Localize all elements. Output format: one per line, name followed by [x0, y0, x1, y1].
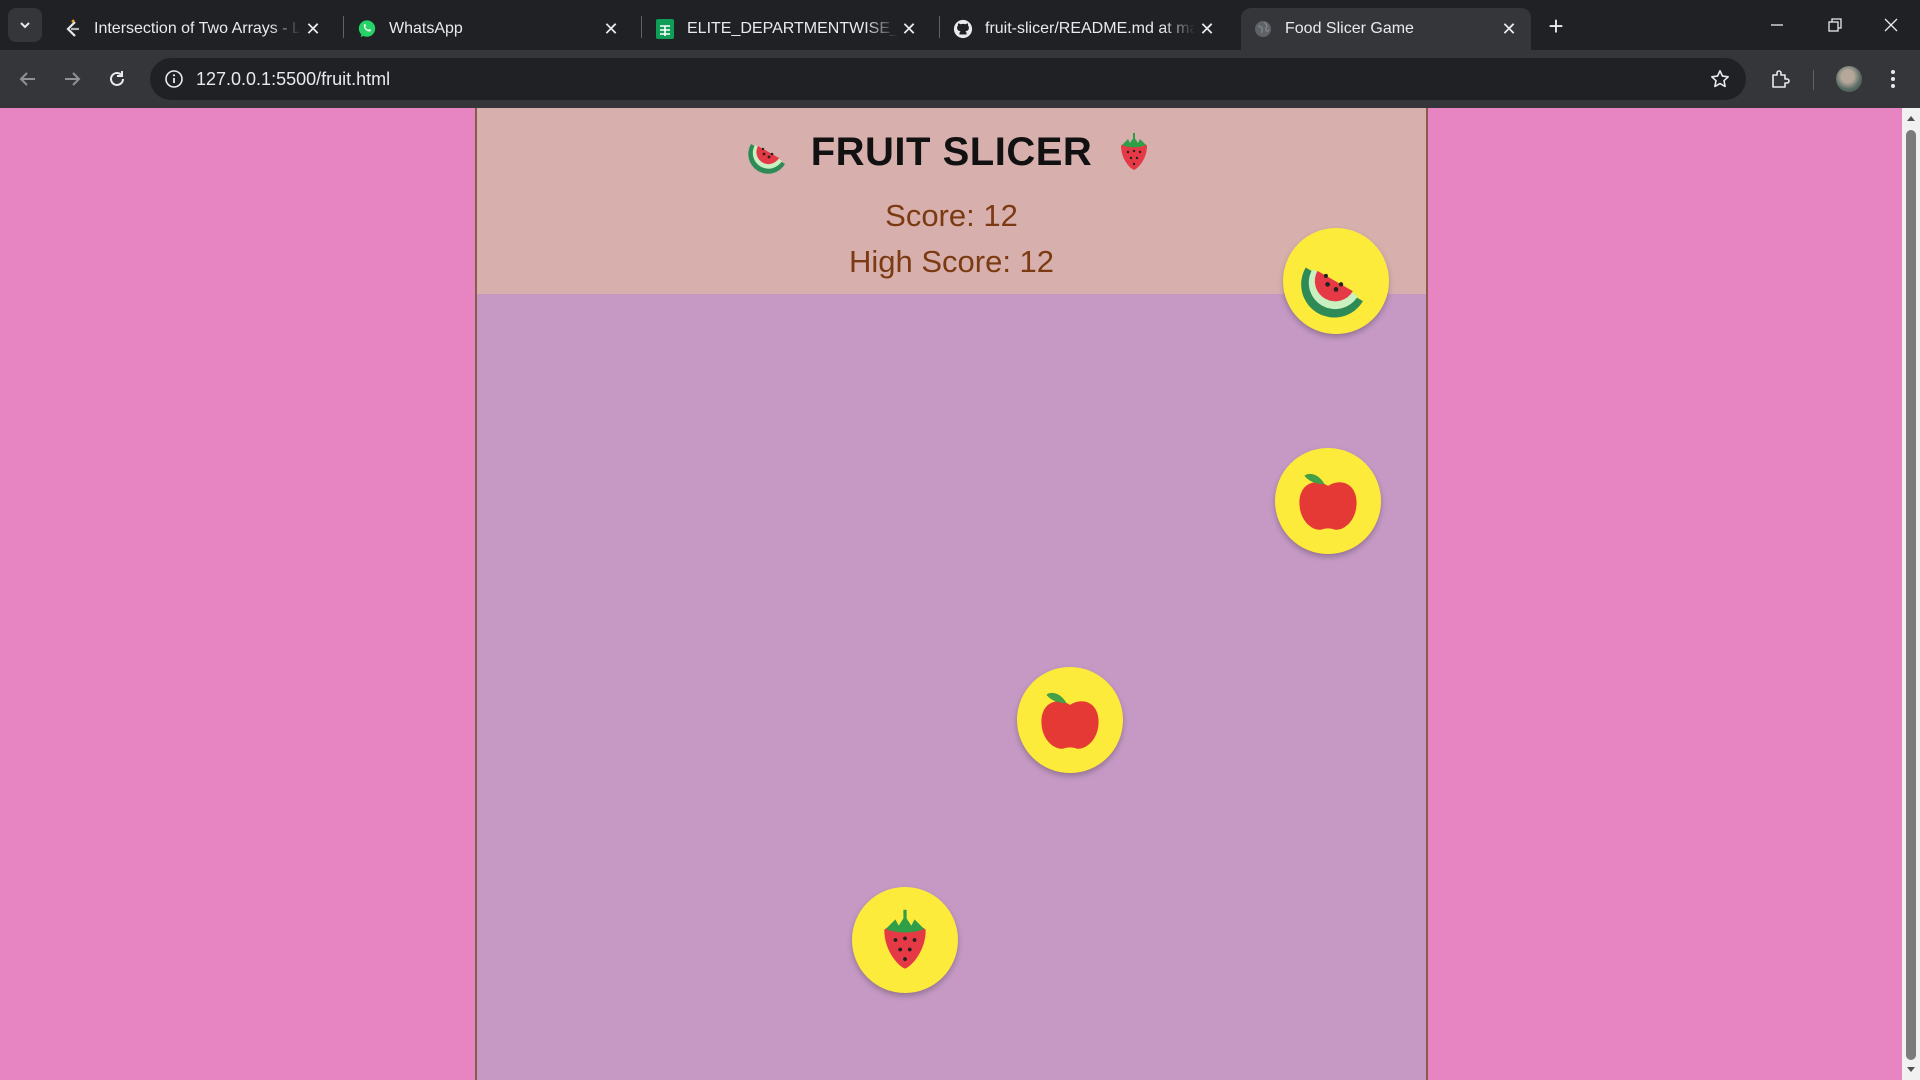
tab-leetcode[interactable]: Intersection of Two Arrays - LeetCode ✕	[50, 8, 335, 50]
more-vert-icon	[1891, 70, 1895, 88]
tab-whatsapp[interactable]: WhatsApp ✕	[345, 8, 633, 50]
address-bar[interactable]: 127.0.0.1:5500/fruit.html	[150, 58, 1746, 100]
tab-separator	[343, 16, 344, 38]
toolbar-separator	[1813, 70, 1814, 90]
fruit-strawberry[interactable]	[852, 887, 958, 993]
vertical-scrollbar[interactable]	[1902, 108, 1920, 1080]
tab-title: WhatsApp	[389, 20, 463, 37]
page-viewport: FRUIT SLICER Score: 12 High Score: 12	[0, 108, 1920, 1080]
apple-icon	[1041, 692, 1099, 749]
url-text[interactable]: 127.0.0.1:5500/fruit.html	[196, 69, 390, 90]
close-icon[interactable]: ✕	[1195, 17, 1219, 41]
tab-separator	[939, 16, 940, 38]
reload-button[interactable]	[101, 63, 133, 95]
scrollbar-thumb[interactable]	[1906, 130, 1916, 1060]
browser-toolbar: 127.0.0.1:5500/fruit.html	[0, 50, 1920, 108]
tab-title: Food Slicer Game	[1285, 20, 1414, 37]
menu-button[interactable]	[1877, 63, 1909, 95]
puzzle-icon	[1772, 70, 1790, 88]
strawberry-icon	[1121, 133, 1148, 171]
close-icon[interactable]: ✕	[301, 17, 325, 41]
tab-title: ELITE_DEPARTMENTWISE_GITHUB	[687, 20, 897, 37]
extensions-button[interactable]	[1765, 63, 1797, 95]
tab-github[interactable]: fruit-slicer/README.md at main ✕	[941, 8, 1229, 50]
close-icon[interactable]: ✕	[599, 17, 623, 41]
tab-search-button[interactable]	[8, 8, 42, 42]
leetcode-icon	[62, 19, 82, 39]
tab-sheets[interactable]: ELITE_DEPARTMENTWISE_GITHUB ✕	[643, 8, 931, 50]
window-close-button[interactable]	[1862, 0, 1920, 50]
fruit-apple[interactable]	[1017, 667, 1123, 773]
restore-icon	[1828, 18, 1842, 32]
close-icon	[1884, 18, 1898, 32]
fruit-apple[interactable]	[1275, 448, 1381, 554]
profile-avatar[interactable]	[1836, 66, 1862, 92]
scroll-down-arrow-icon[interactable]	[1902, 1062, 1920, 1078]
reload-icon	[110, 71, 124, 86]
strawberry-icon	[884, 909, 926, 969]
tab-separator	[641, 16, 642, 38]
minimize-button[interactable]	[1748, 0, 1806, 50]
game-header: FRUIT SLICER Score: 12 High Score: 12	[477, 108, 1426, 294]
forward-button[interactable]	[56, 63, 88, 95]
apple-icon	[1299, 473, 1357, 530]
arrow-right-icon	[65, 72, 81, 86]
scroll-up-arrow-icon[interactable]	[1902, 110, 1920, 126]
bookmark-star-icon[interactable]	[1708, 67, 1732, 91]
watermelon-icon	[747, 144, 785, 175]
site-info-icon[interactable]	[162, 67, 186, 91]
github-icon	[953, 19, 973, 39]
watermelon-icon	[1301, 267, 1363, 318]
globe-icon	[1253, 19, 1273, 39]
minimize-icon	[1771, 24, 1783, 26]
close-icon[interactable]: ✕	[1497, 17, 1521, 41]
close-icon[interactable]: ✕	[897, 17, 921, 41]
fruit-watermelon[interactable]	[1283, 228, 1389, 334]
tab-title: fruit-slicer/README.md at main	[985, 20, 1195, 37]
arrow-left-icon	[19, 72, 35, 86]
back-button[interactable]	[12, 63, 44, 95]
tab-food-slicer-game[interactable]: Food Slicer Game ✕	[1241, 8, 1531, 50]
new-tab-button[interactable]: +	[1542, 11, 1570, 41]
tab-strip: Intersection of Two Arrays - LeetCode ✕ …	[0, 0, 1920, 50]
tab-title: Intersection of Two Arrays - LeetCode	[94, 20, 301, 37]
game-container[interactable]: FRUIT SLICER Score: 12 High Score: 12	[475, 108, 1428, 1080]
restore-button[interactable]	[1806, 0, 1864, 50]
sheets-icon	[655, 19, 675, 39]
whatsapp-icon	[357, 19, 377, 39]
game-title: FRUIT SLICER	[477, 128, 1426, 175]
chevron-down-icon	[20, 22, 30, 29]
score-display: Score: 12	[885, 198, 1018, 233]
